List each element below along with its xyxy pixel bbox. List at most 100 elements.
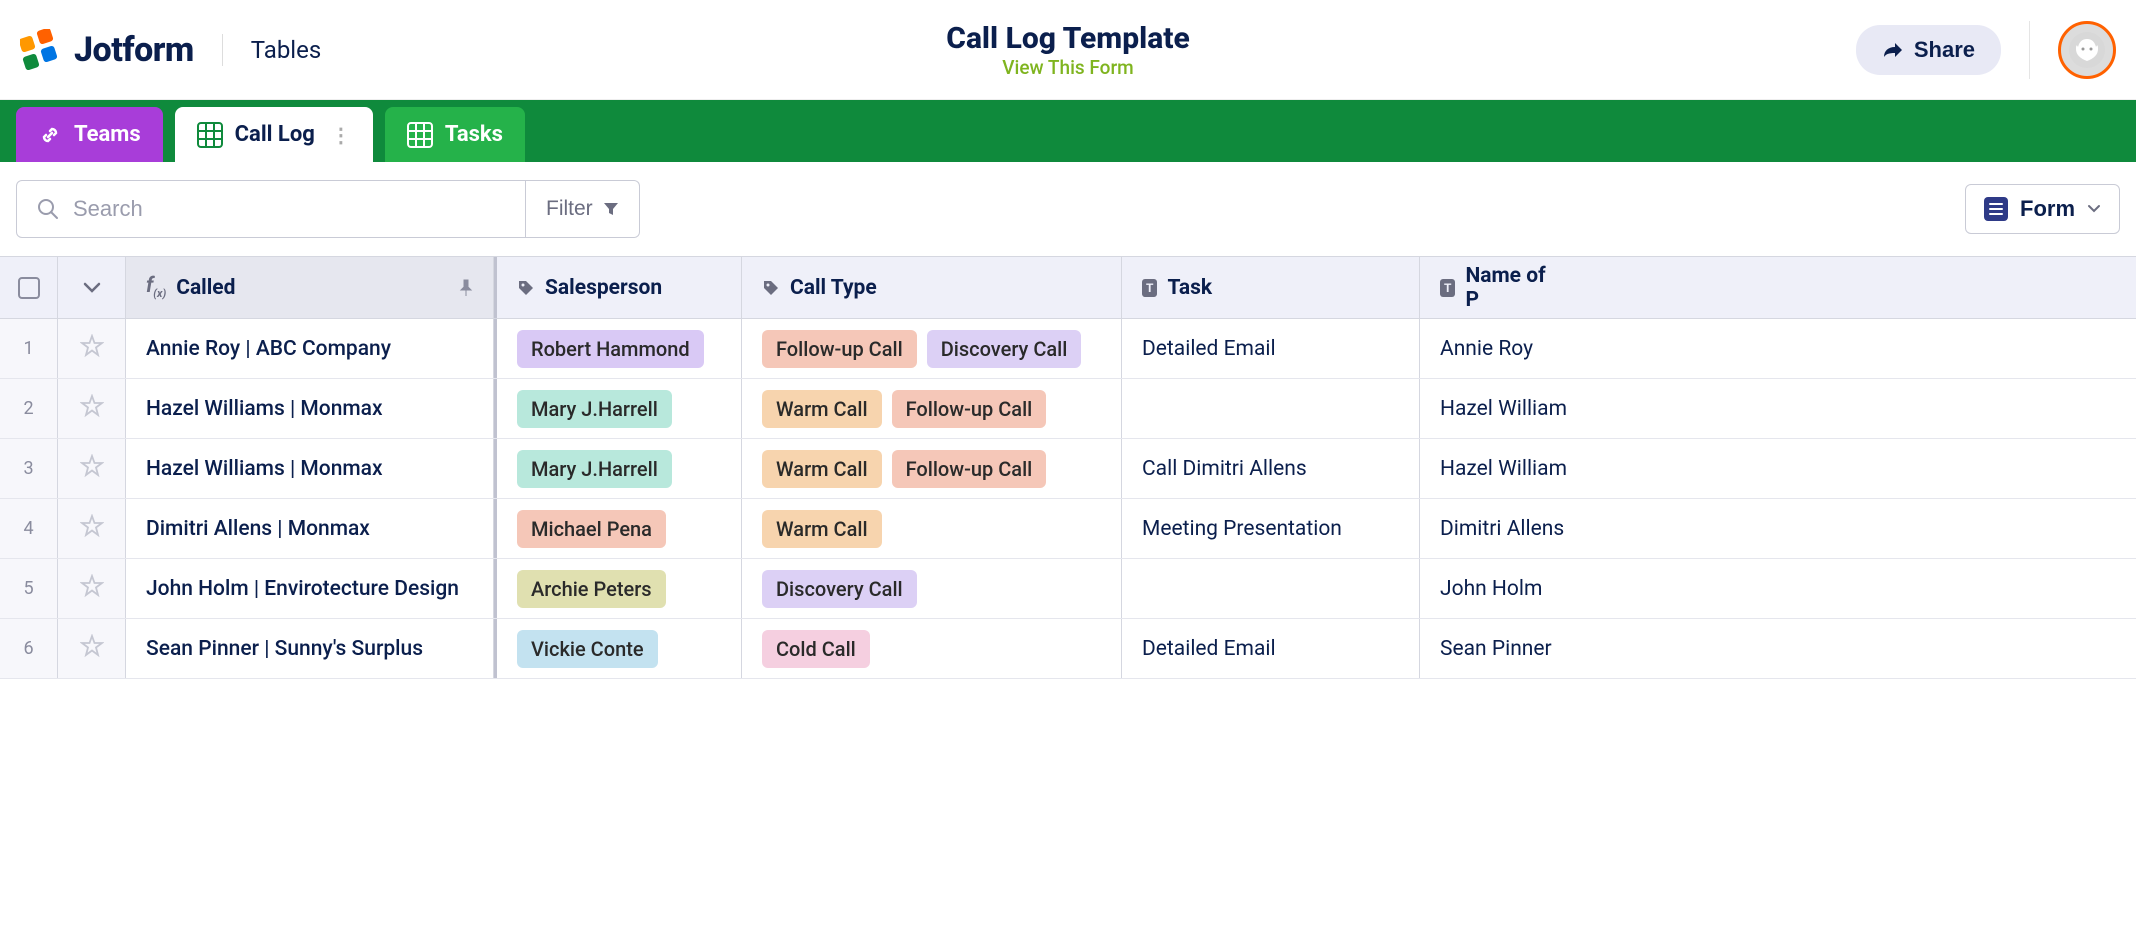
cell-task[interactable]: Detailed Email	[1122, 319, 1420, 378]
row-number: 1	[0, 319, 58, 378]
pin-icon[interactable]	[459, 279, 473, 297]
cell-called[interactable]: John Holm | Envirotecture Design	[126, 559, 494, 618]
cell-task[interactable]: Meeting Presentation	[1122, 499, 1420, 558]
cell-call-type[interactable]: Cold Call	[742, 619, 1122, 678]
cell-name[interactable]: John Holm	[1420, 559, 1568, 618]
logo[interactable]: Jotform	[20, 29, 194, 71]
call-type-tag[interactable]: Discovery Call	[927, 330, 1082, 368]
search-input[interactable]	[73, 196, 505, 222]
call-type-tag[interactable]: Warm Call	[762, 510, 882, 548]
expand-header[interactable]	[58, 257, 126, 318]
row-star[interactable]	[58, 319, 126, 378]
cell-name[interactable]: Sean Pinner	[1420, 619, 1568, 678]
row-star[interactable]	[58, 619, 126, 678]
salesperson-tag[interactable]: Mary J.Harrell	[517, 390, 672, 428]
form-view-button[interactable]: Form	[1965, 184, 2120, 234]
call-type-tag[interactable]: Cold Call	[762, 630, 870, 668]
cell-salesperson[interactable]: Archie Peters	[494, 559, 742, 618]
product-label[interactable]: Tables	[251, 36, 321, 64]
cell-task[interactable]: Call Dimitri Allens	[1122, 439, 1420, 498]
cell-called[interactable]: Dimitri Allens | Monmax	[126, 499, 494, 558]
tab-call-log[interactable]: Call Log ⋮	[175, 107, 373, 162]
cell-task[interactable]: Detailed Email	[1122, 619, 1420, 678]
cell-called[interactable]: Sean Pinner | Sunny's Surplus	[126, 619, 494, 678]
call-type-tag[interactable]: Follow-up Call	[762, 330, 917, 368]
chevron-down-icon	[83, 282, 101, 294]
call-type-tag[interactable]: Follow-up Call	[892, 390, 1047, 428]
call-type-tag[interactable]: Warm Call	[762, 390, 882, 428]
column-call-type[interactable]: Call Type	[742, 257, 1122, 318]
row-number: 3	[0, 439, 58, 498]
user-avatar[interactable]	[2058, 21, 2116, 79]
cell-salesperson[interactable]: Vickie Conte	[494, 619, 742, 678]
cell-called[interactable]: Hazel Williams | Monmax	[126, 379, 494, 438]
title-block: Call Log Template View This Form	[946, 21, 1189, 79]
salesperson-tag[interactable]: Vickie Conte	[517, 630, 658, 668]
filter-label: Filter	[546, 197, 593, 221]
salesperson-tag[interactable]: Mary J.Harrell	[517, 450, 672, 488]
table-row[interactable]: 3 Hazel Williams | Monmax Mary J.Harrell Wa…	[0, 439, 2136, 499]
cell-salesperson[interactable]: Mary J.Harrell	[494, 439, 742, 498]
divider	[222, 34, 223, 66]
table-body: 1 Annie Roy | ABC Company Robert Hammond Fo…	[0, 319, 2136, 679]
cell-salesperson[interactable]: Michael Pena	[494, 499, 742, 558]
form-label: Form	[2020, 196, 2075, 222]
cell-name[interactable]: Hazel William	[1420, 439, 1568, 498]
cell-name[interactable]: Hazel William	[1420, 379, 1568, 438]
cell-name[interactable]: Annie Roy	[1420, 319, 1568, 378]
cell-call-type[interactable]: Discovery Call	[742, 559, 1122, 618]
select-all-header[interactable]	[0, 257, 58, 318]
table-row[interactable]: 5John Holm | Envirotecture DesignArchie …	[0, 559, 2136, 619]
row-number: 4	[0, 499, 58, 558]
row-star[interactable]	[58, 439, 126, 498]
tab-more-icon[interactable]: ⋮	[331, 131, 351, 139]
link-icon	[38, 123, 62, 147]
cell-name[interactable]: Dimitri Allens	[1420, 499, 1568, 558]
cell-task[interactable]	[1122, 379, 1420, 438]
salesperson-tag[interactable]: Robert Hammond	[517, 330, 704, 368]
logo-mark-icon	[20, 29, 62, 71]
cell-salesperson[interactable]: Mary J.Harrell	[494, 379, 742, 438]
column-task[interactable]: T Task	[1122, 257, 1420, 318]
text-icon: T	[1142, 279, 1157, 297]
table-row[interactable]: 1 Annie Roy | ABC Company Robert Hammond Fo…	[0, 319, 2136, 379]
cell-called[interactable]: Annie Roy | ABC Company	[126, 319, 494, 378]
salesperson-tag[interactable]: Michael Pena	[517, 510, 666, 548]
table-row[interactable]: 4 Dimitri Allens | Monmax Michael Pena Warm…	[0, 499, 2136, 559]
tab-tasks[interactable]: Tasks	[385, 107, 525, 162]
row-star[interactable]	[58, 559, 126, 618]
call-type-tag[interactable]: Warm Call	[762, 450, 882, 488]
cell-call-type[interactable]: Warm Call	[742, 499, 1122, 558]
cell-call-type[interactable]: Warm Call Follow-up Call	[742, 379, 1122, 438]
row-star[interactable]	[58, 379, 126, 438]
call-type-tag[interactable]: Follow-up Call	[892, 450, 1047, 488]
table-row[interactable]: 2Hazel Williams | MonmaxMary J.HarrellWa…	[0, 379, 2136, 439]
tab-teams[interactable]: Teams	[16, 107, 163, 162]
avatar-icon	[2066, 29, 2108, 71]
header: Jotform Tables Call Log Template View Th…	[0, 0, 2136, 100]
search-wrap[interactable]	[16, 180, 526, 238]
brand-name: Jotform	[74, 30, 194, 70]
salesperson-tag[interactable]: Archie Peters	[517, 570, 666, 608]
cell-call-type[interactable]: Follow-up Call Discovery Call	[742, 319, 1122, 378]
filter-button[interactable]: Filter	[526, 180, 640, 238]
cell-salesperson[interactable]: Robert Hammond	[494, 319, 742, 378]
column-salesperson[interactable]: Salesperson	[494, 257, 742, 318]
view-form-link[interactable]: View This Form	[946, 56, 1189, 79]
function-icon: f(x)	[146, 274, 166, 300]
cell-called[interactable]: Hazel Williams | Monmax	[126, 439, 494, 498]
cell-task[interactable]	[1122, 559, 1420, 618]
share-icon	[1882, 41, 1904, 59]
column-called[interactable]: f(x) Called	[126, 257, 494, 318]
column-name[interactable]: T Name of P	[1420, 257, 1568, 318]
call-type-tag[interactable]: Discovery Call	[762, 570, 917, 608]
table-row[interactable]: 6Sean Pinner | Sunny's SurplusVickie Con…	[0, 619, 2136, 679]
share-button[interactable]: Share	[1856, 25, 2001, 75]
share-label: Share	[1914, 37, 1975, 63]
cell-call-type[interactable]: Warm Call Follow-up Call	[742, 439, 1122, 498]
search-icon	[37, 198, 59, 220]
star-icon	[80, 514, 104, 544]
row-star[interactable]	[58, 499, 126, 558]
star-icon	[80, 454, 104, 484]
avatar-wrap	[2029, 21, 2116, 79]
